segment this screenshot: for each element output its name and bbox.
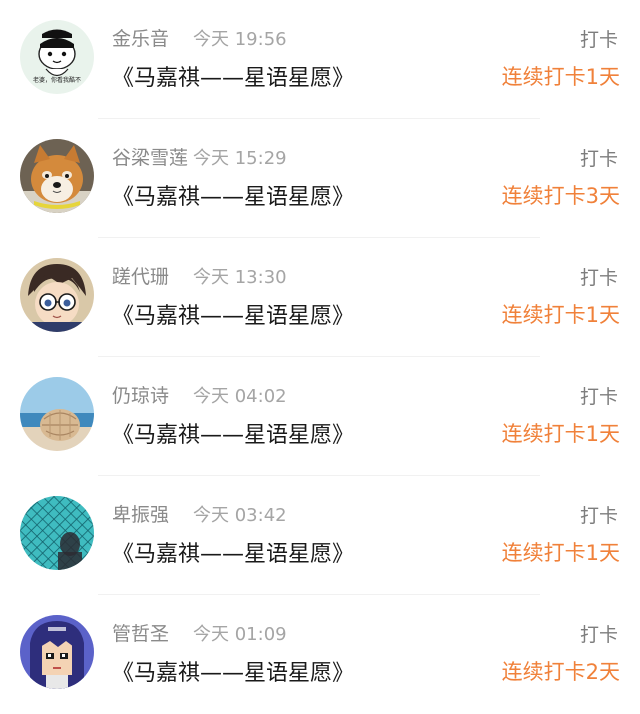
user-name[interactable]: 金乐音 [112,24,169,51]
shiba-dog-avatar[interactable] [20,139,94,213]
seashell-beach-avatar[interactable] [20,377,94,451]
book-title[interactable]: 《马嘉祺——星语星愿》 [112,179,354,211]
book-title[interactable]: 《马嘉祺——星语星愿》 [112,655,354,687]
user-name[interactable]: 谷梁雪莲 [112,143,188,170]
streak-label: 连续打卡1天 [501,541,620,565]
user-name[interactable]: 卑振强 [112,500,169,527]
checkin-action-label: 打卡 [579,624,618,646]
user-name[interactable]: 管哲圣 [112,619,169,646]
cartoon-character-avatar[interactable]: 老婆，你看我酷不 [20,20,94,94]
checkin-time: 今天 19:56 [193,29,287,50]
streak-label: 连续打卡3天 [501,184,620,208]
streak-label: 连续打卡1天 [501,422,620,446]
book-title[interactable]: 《马嘉祺——星语星愿》 [112,417,354,449]
checkin-item[interactable]: 谷梁雪莲 今天 15:29 打卡 《马嘉祺——星语星愿》 连续打卡3天 [0,119,640,238]
streak-label: 连续打卡1天 [501,303,620,327]
checkin-list: 老婆，你看我酷不 金乐音 今天 19:56 打卡 《马嘉祺——星语星愿》 连续打… [0,0,640,714]
user-name[interactable]: 蹉代珊 [112,262,169,289]
checkin-item[interactable]: 管哲圣 今天 01:09 打卡 《马嘉祺——星语星愿》 连续打卡2天 [0,595,640,714]
fence-silhouette-avatar[interactable] [20,496,94,570]
pixel-anime-girl-avatar[interactable] [20,615,94,689]
book-title[interactable]: 《马嘉祺——星语星愿》 [112,60,354,92]
checkin-time: 今天 15:29 [193,148,287,169]
checkin-item[interactable]: 蹉代珊 今天 13:30 打卡 《马嘉祺——星语星愿》 连续打卡1天 [0,238,640,357]
checkin-item[interactable]: 老婆，你看我酷不 金乐音 今天 19:56 打卡 《马嘉祺——星语星愿》 连续打… [0,0,640,119]
anime-boy-glasses-avatar[interactable] [20,258,94,332]
streak-label: 连续打卡2天 [501,660,620,684]
book-title[interactable]: 《马嘉祺——星语星愿》 [112,536,354,568]
avatar-caption: 老婆，你看我酷不 [33,76,81,84]
checkin-action-label: 打卡 [579,267,618,289]
checkin-time: 今天 01:09 [193,624,287,645]
book-title[interactable]: 《马嘉祺——星语星愿》 [112,298,354,330]
checkin-action-label: 打卡 [579,29,618,51]
checkin-action-label: 打卡 [579,505,618,527]
checkin-time: 今天 04:02 [193,386,287,407]
checkin-time: 今天 13:30 [193,267,287,288]
checkin-action-label: 打卡 [579,386,618,408]
streak-label: 连续打卡1天 [501,65,620,89]
user-name[interactable]: 仍琼诗 [112,381,169,408]
checkin-item[interactable]: 卑振强 今天 03:42 打卡 《马嘉祺——星语星愿》 连续打卡1天 [0,476,640,595]
checkin-item[interactable]: 仍琼诗 今天 04:02 打卡 《马嘉祺——星语星愿》 连续打卡1天 [0,357,640,476]
checkin-time: 今天 03:42 [193,505,287,526]
checkin-action-label: 打卡 [579,148,618,170]
